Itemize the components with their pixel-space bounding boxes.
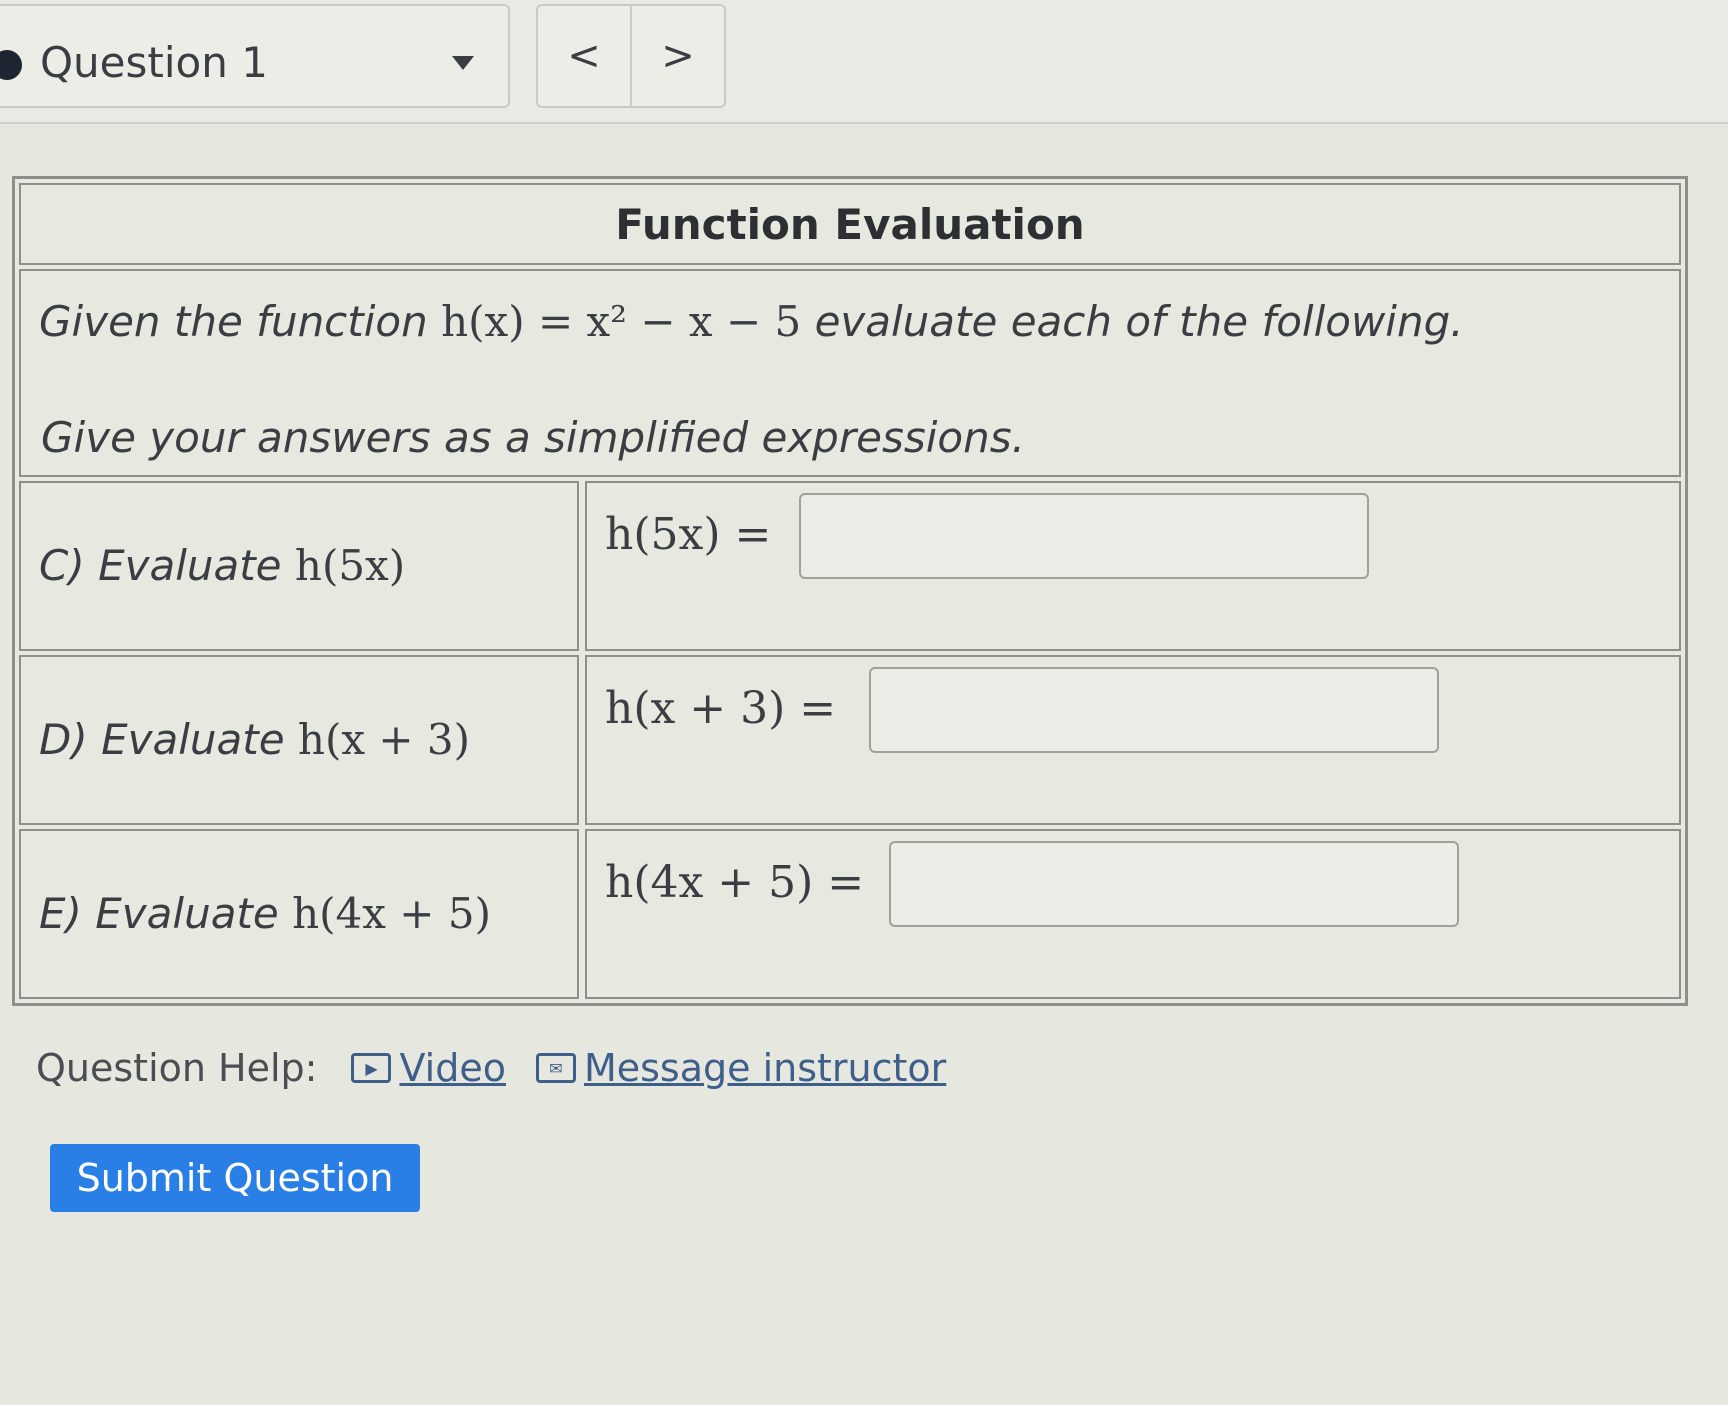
- table-title: Function Evaluation: [19, 183, 1681, 265]
- answer-label: h(4x + 5) =: [605, 857, 865, 908]
- intro-suffix: evaluate each of the following.: [814, 297, 1464, 346]
- prompt-expression: h(5x): [294, 541, 406, 590]
- question-help: Question Help: ▶ Video ✉ Message instruc…: [36, 1046, 946, 1090]
- prompt-text: D) Evaluate h(x + 3): [39, 715, 470, 764]
- answer-input-c[interactable]: [799, 493, 1369, 579]
- prompt-text: E) Evaluate h(4x + 5): [39, 889, 491, 938]
- prompt-expression: h(4x + 5): [292, 889, 491, 938]
- status-dot-icon: [0, 50, 22, 80]
- answer-input-d[interactable]: [869, 667, 1439, 753]
- video-link[interactable]: Video: [399, 1046, 505, 1090]
- chevron-left-icon: <: [567, 33, 601, 79]
- help-label: Question Help:: [36, 1046, 318, 1090]
- prompt-expression: h(x + 3): [297, 715, 471, 764]
- chevron-right-icon: >: [661, 33, 695, 79]
- prompt-prefix: C) Evaluate: [39, 541, 282, 590]
- caret-down-icon: [452, 56, 474, 70]
- function-expression: h(x) = x² − x − 5: [441, 297, 802, 346]
- prompt-prefix: E) Evaluate: [39, 889, 279, 938]
- question-select[interactable]: Question 1: [0, 4, 510, 108]
- intro-prefix: Given the function: [39, 297, 428, 346]
- submit-question-button[interactable]: Submit Question: [50, 1144, 420, 1212]
- instruction-text: Give your answers as a simplified expres…: [41, 413, 1025, 462]
- table-row: E) Evaluate h(4x + 5) h(4x + 5) =: [19, 829, 1681, 999]
- answer-cell: h(4x + 5) =: [585, 829, 1681, 999]
- question-toolbar: Question 1 < >: [0, 0, 1728, 124]
- table-row: C) Evaluate h(5x) h(5x) =: [19, 481, 1681, 651]
- question-select-label: Question 1: [40, 38, 268, 87]
- answer-label: h(5x) =: [605, 509, 772, 560]
- previous-question-button[interactable]: <: [536, 4, 632, 108]
- video-icon[interactable]: ▶: [351, 1053, 392, 1083]
- prompt-cell: D) Evaluate h(x + 3): [19, 655, 579, 825]
- answer-input-e[interactable]: [889, 841, 1459, 927]
- prompt-prefix: D) Evaluate: [39, 715, 285, 764]
- message-instructor-link[interactable]: Message instructor: [584, 1046, 946, 1090]
- mail-icon[interactable]: ✉: [535, 1053, 576, 1083]
- answer-cell: h(5x) =: [585, 481, 1681, 651]
- answer-cell: h(x + 3) =: [585, 655, 1681, 825]
- next-question-button[interactable]: >: [630, 4, 726, 108]
- intro-cell: Given the function h(x) = x² − x − 5 eva…: [19, 269, 1681, 477]
- table-row: D) Evaluate h(x + 3) h(x + 3) =: [19, 655, 1681, 825]
- question-table: Function Evaluation Given the function h…: [12, 176, 1688, 1006]
- answer-label: h(x + 3) =: [605, 683, 837, 734]
- prompt-cell: E) Evaluate h(4x + 5): [19, 829, 579, 999]
- prompt-text: C) Evaluate h(5x): [39, 541, 405, 590]
- intro-text: Given the function h(x) = x² − x − 5 eva…: [39, 297, 1464, 346]
- prompt-cell: C) Evaluate h(5x): [19, 481, 579, 651]
